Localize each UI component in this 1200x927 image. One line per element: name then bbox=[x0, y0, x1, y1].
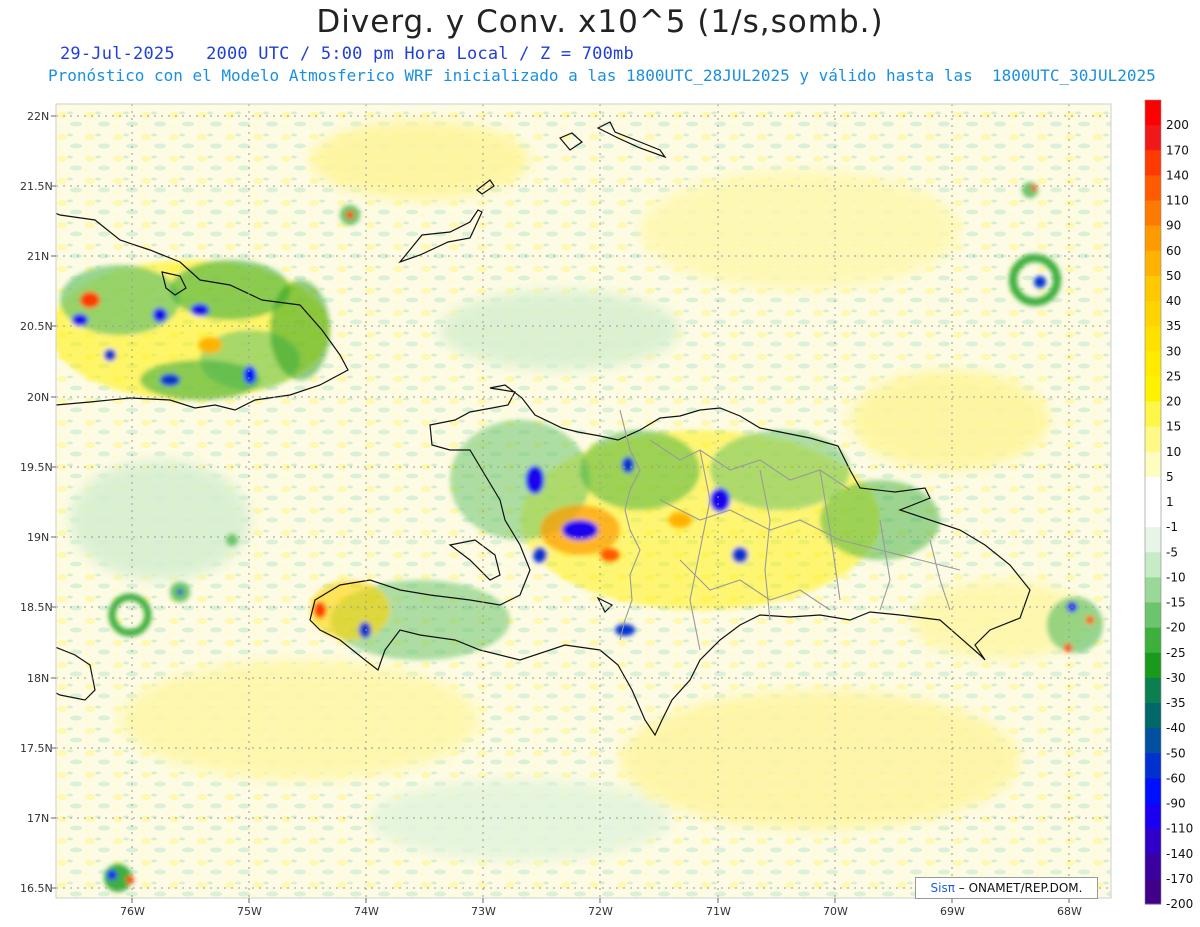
colorbar-label: 170 bbox=[1166, 143, 1189, 157]
colorbar-label: -200 bbox=[1166, 897, 1193, 911]
credit-box: Sisπ – ONAMET/REP.DOM. bbox=[915, 877, 1098, 899]
forecast-map: 22N 21.5N 21N 20.5N 20N 19.5N 19N 18.5N … bbox=[20, 99, 1193, 918]
colorbar-swatch bbox=[1145, 301, 1161, 327]
lat-tick-label: 18N bbox=[27, 672, 49, 685]
colorbar-label: -60 bbox=[1166, 771, 1186, 785]
colorbar-swatch bbox=[1145, 728, 1161, 754]
colorbar-label: 10 bbox=[1166, 445, 1181, 459]
colorbar-swatch bbox=[1145, 351, 1161, 377]
lat-tick-label: 18.5N bbox=[20, 601, 53, 614]
colorbar-label: -50 bbox=[1166, 746, 1186, 760]
colorbar-label: -40 bbox=[1166, 721, 1186, 735]
colorbar-label: 40 bbox=[1166, 294, 1181, 308]
lat-tick-label: 19N bbox=[27, 531, 49, 544]
lat-tick-label: 22N bbox=[27, 110, 49, 123]
colorbar-swatch bbox=[1145, 602, 1161, 629]
colorbar-swatch bbox=[1145, 803, 1161, 830]
colorbar-label: 5 bbox=[1166, 470, 1174, 484]
colorbar-label: 90 bbox=[1166, 219, 1181, 233]
colorbar-swatch bbox=[1145, 652, 1161, 679]
lat-tick-label: 20N bbox=[27, 391, 49, 404]
colorbar-label: -1 bbox=[1166, 520, 1178, 534]
colorbar-label: -90 bbox=[1166, 797, 1186, 811]
lon-tick-label: 70W bbox=[823, 905, 848, 918]
colorbar-swatch bbox=[1145, 250, 1161, 277]
credit-text: – ONAMET/REP.DOM. bbox=[954, 881, 1083, 895]
colorbar-swatch bbox=[1145, 376, 1161, 403]
lon-tick-label: 75W bbox=[237, 905, 262, 918]
colorbar-swatch bbox=[1145, 225, 1161, 252]
colorbar-swatch bbox=[1145, 828, 1161, 855]
colorbar-swatch bbox=[1145, 426, 1161, 453]
lat-tick-label: 19.5N bbox=[20, 461, 53, 474]
colorbar-label: 30 bbox=[1166, 344, 1181, 358]
colorbar-label: 20 bbox=[1166, 395, 1181, 409]
lat-tick-label: 16.5N bbox=[20, 882, 53, 895]
colorbar-swatch bbox=[1145, 125, 1161, 151]
colorbar-label: -25 bbox=[1166, 646, 1186, 660]
colorbar-swatch bbox=[1145, 552, 1161, 578]
latitude-axis: 22N 21.5N 21N 20.5N 20N 19.5N 19N 18.5N … bbox=[20, 110, 56, 895]
lon-tick-label: 72W bbox=[588, 905, 613, 918]
colorbar-label: -35 bbox=[1166, 696, 1186, 710]
colorbar-swatch bbox=[1145, 577, 1161, 604]
colorbar-label: 50 bbox=[1166, 269, 1181, 283]
colorbar-swatch bbox=[1145, 778, 1161, 805]
colorbar-swatch bbox=[1145, 878, 1161, 905]
colorbar-swatch bbox=[1145, 627, 1161, 654]
colorbar-swatch bbox=[1145, 502, 1161, 528]
colorbar-label: 60 bbox=[1166, 244, 1181, 258]
colorbar-label: 15 bbox=[1166, 420, 1181, 434]
colorbar-swatch bbox=[1145, 527, 1161, 553]
lon-tick-label: 76W bbox=[120, 905, 145, 918]
lon-tick-label: 73W bbox=[471, 905, 496, 918]
field-layer bbox=[56, 104, 1111, 898]
colorbar-swatch bbox=[1145, 451, 1161, 478]
colorbar-swatch bbox=[1145, 275, 1161, 302]
lon-tick-label: 69W bbox=[940, 905, 965, 918]
colorbar: 200 170 140 110 90 60 50 40 35 30 25 20 15 10 5 1 -1 -5 -1… bbox=[1144, 99, 1193, 911]
colorbar-swatch bbox=[1145, 175, 1161, 202]
colorbar-swatch bbox=[1145, 401, 1161, 428]
colorbar-label: -15 bbox=[1166, 596, 1186, 610]
colorbar-swatch bbox=[1145, 150, 1161, 176]
colorbar-swatch bbox=[1145, 476, 1161, 503]
colorbar-swatch bbox=[1145, 200, 1161, 227]
lat-tick-label: 17N bbox=[27, 812, 49, 825]
longitude-axis: 76W 75W 74W 73W 72W 71W 70W 69W 68W bbox=[120, 898, 1082, 918]
lon-tick-label: 71W bbox=[706, 905, 731, 918]
colorbar-label: -10 bbox=[1166, 570, 1186, 584]
colorbar-label: -5 bbox=[1166, 545, 1178, 559]
colorbar-label: 140 bbox=[1166, 168, 1189, 182]
colorbar-swatch bbox=[1145, 326, 1161, 352]
lat-tick-label: 17.5N bbox=[20, 742, 53, 755]
colorbar-swatch bbox=[1145, 853, 1161, 880]
colorbar-label: 110 bbox=[1166, 194, 1189, 208]
colorbar-label: -110 bbox=[1166, 822, 1193, 836]
colorbar-label: -170 bbox=[1166, 872, 1193, 886]
colorbar-label: 200 bbox=[1166, 118, 1189, 132]
colorbar-swatch bbox=[1145, 753, 1161, 779]
lat-tick-label: 20.5N bbox=[20, 320, 53, 333]
colorbar-label: -140 bbox=[1166, 847, 1193, 861]
colorbar-label: -20 bbox=[1166, 621, 1186, 635]
colorbar-swatch bbox=[1145, 677, 1161, 704]
colorbar-label: 35 bbox=[1166, 319, 1181, 333]
sispi-logo: Sisπ bbox=[930, 881, 955, 895]
colorbar-label: -30 bbox=[1166, 671, 1186, 685]
lon-tick-label: 74W bbox=[354, 905, 379, 918]
lon-tick-label: 68W bbox=[1057, 905, 1082, 918]
lat-tick-label: 21.5N bbox=[20, 180, 53, 193]
colorbar-label: 25 bbox=[1166, 369, 1181, 383]
colorbar-label: 1 bbox=[1166, 495, 1174, 509]
lat-tick-label: 21N bbox=[27, 250, 49, 263]
colorbar-swatch bbox=[1145, 703, 1161, 729]
colorbar-swatch bbox=[1145, 100, 1161, 126]
